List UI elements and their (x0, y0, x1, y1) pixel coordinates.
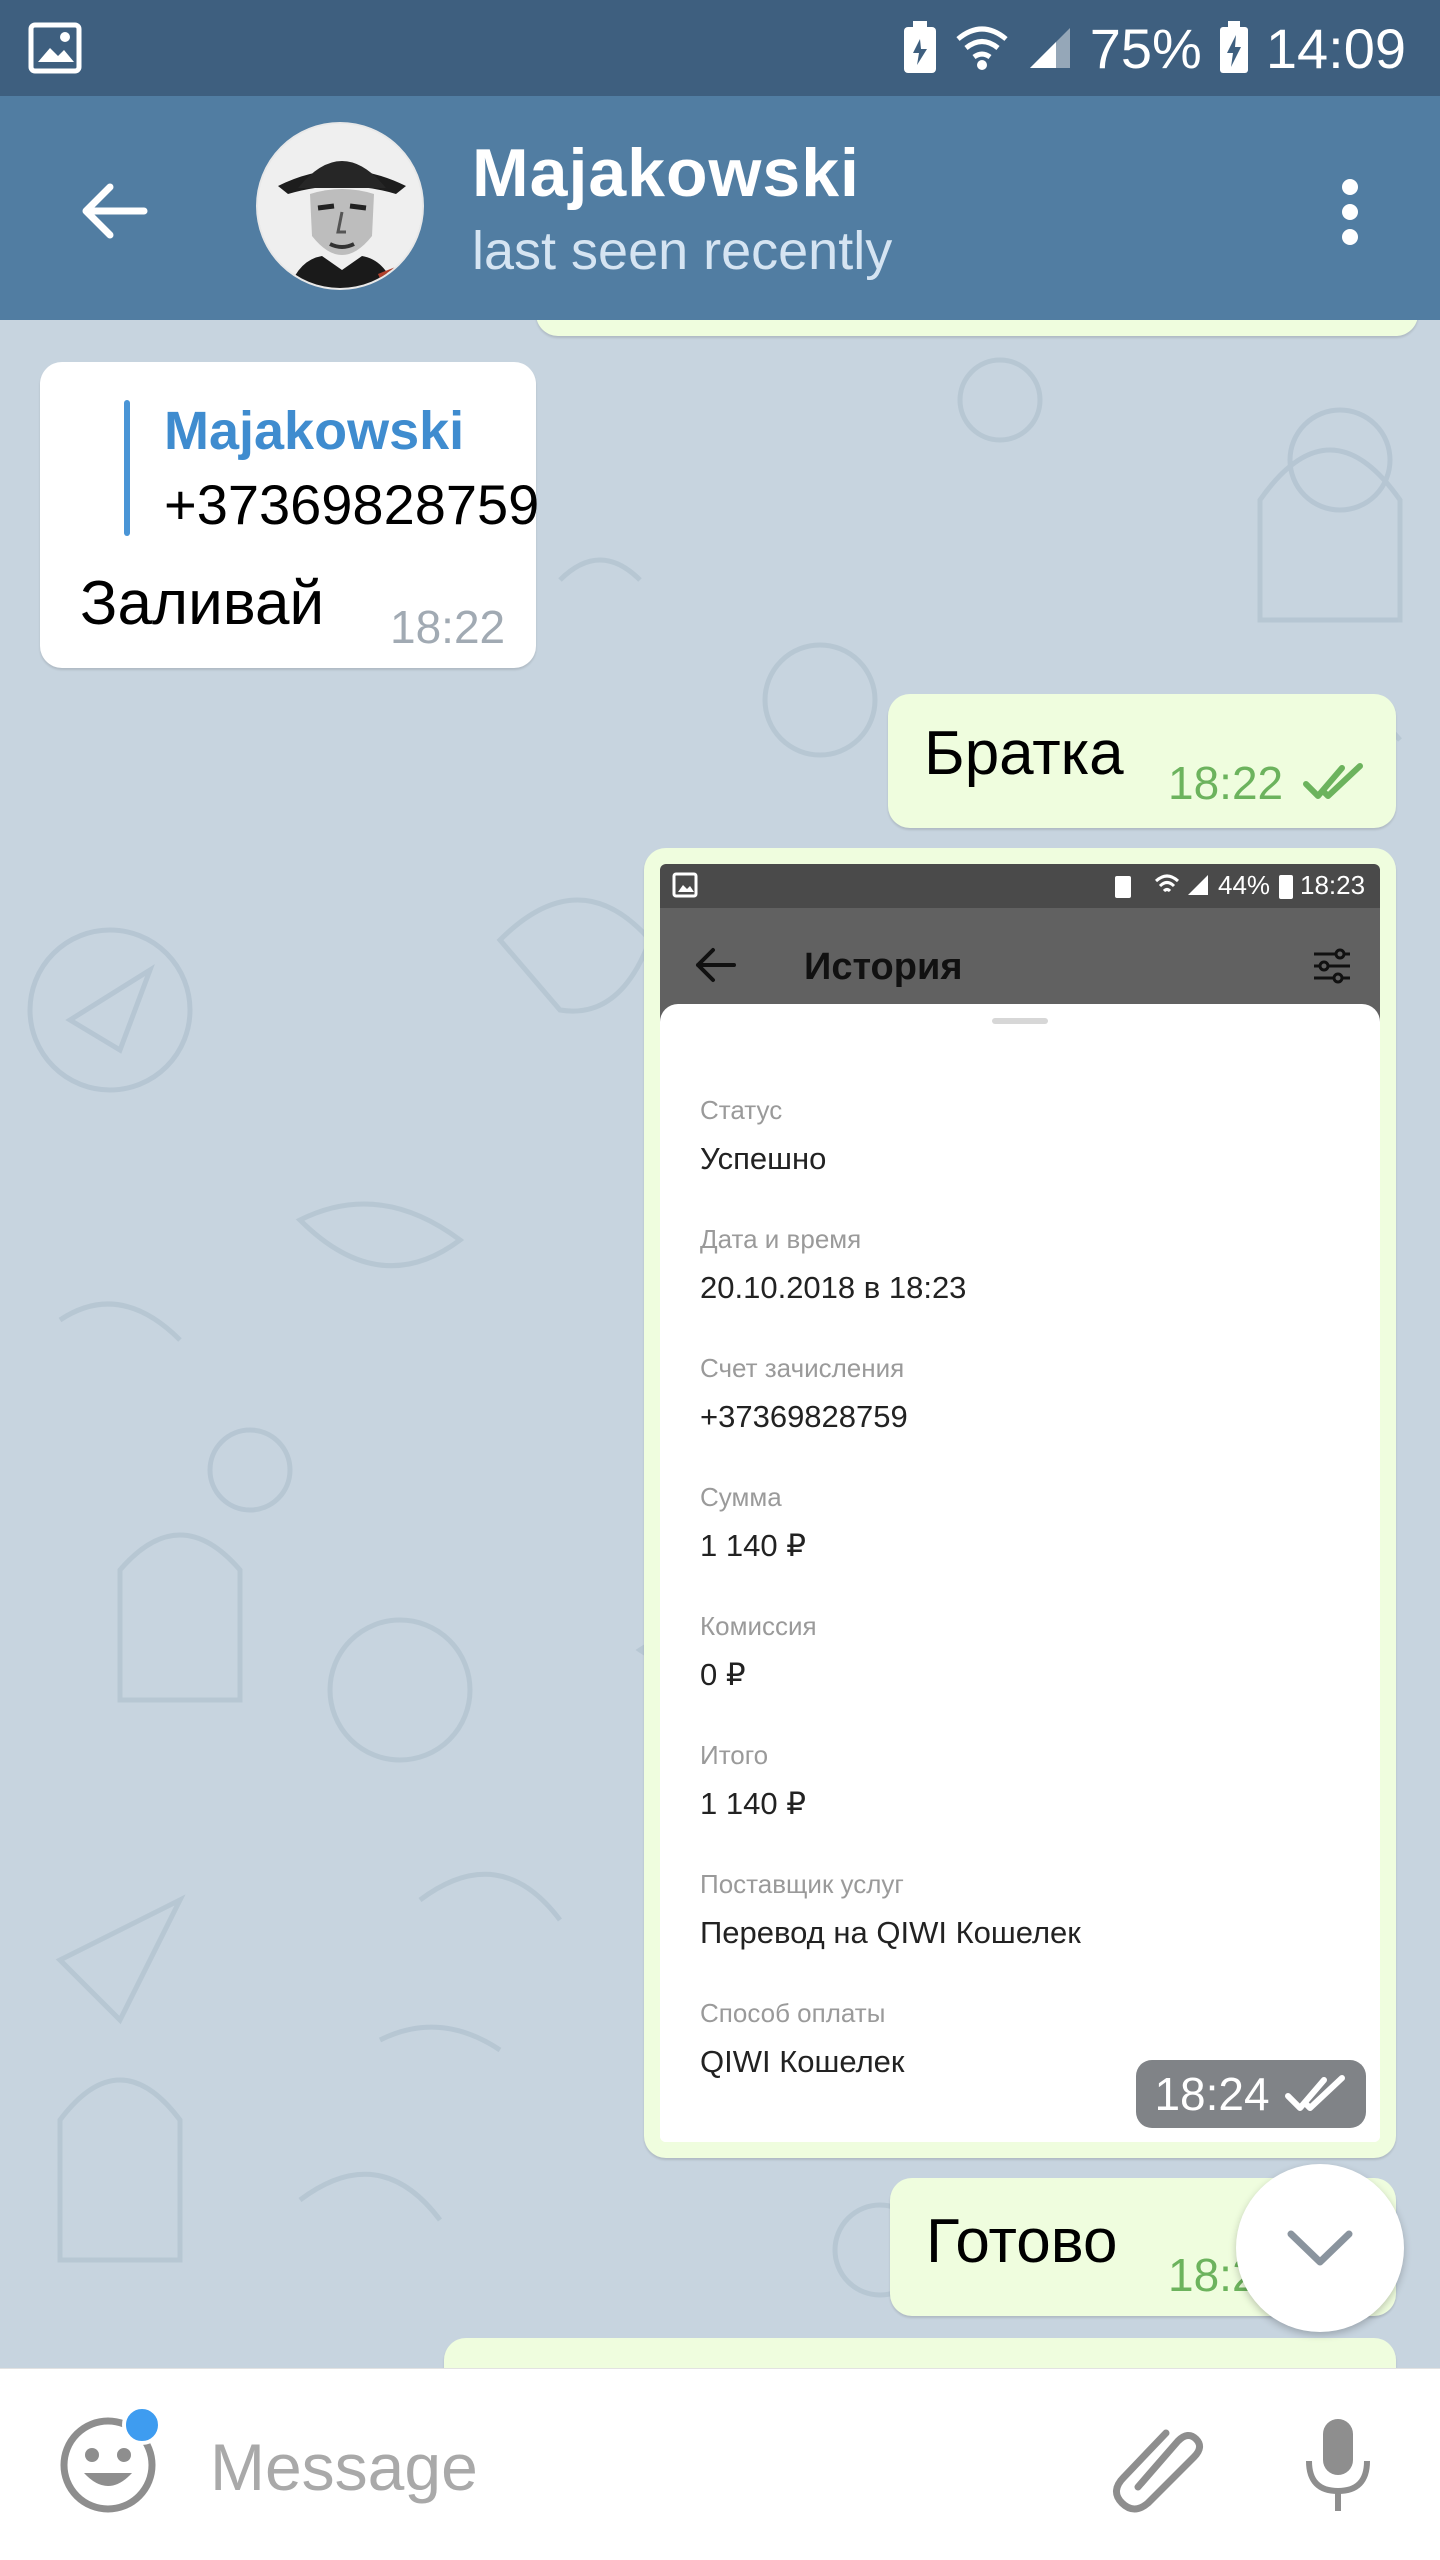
message-text: Заливай (80, 569, 325, 638)
portrait-avatar (258, 124, 422, 288)
message-input[interactable] (210, 2421, 1030, 2513)
chevron-down-icon (1287, 2230, 1353, 2266)
notification-dot (122, 2405, 162, 2445)
photo-field: Дата и время 20.10.2018 в 18:23 (700, 1224, 967, 1305)
back-button[interactable] (60, 156, 170, 266)
sheet-handle (992, 1018, 1048, 1024)
attach-button[interactable] (1100, 2409, 1212, 2521)
arrow-left-icon (82, 183, 148, 239)
message-text: Готово (926, 2207, 1118, 2276)
signal-icon (1188, 875, 1208, 895)
reply-sender: Majakowski (164, 401, 465, 461)
battery-saver-icon (1115, 876, 1131, 898)
paperclip-icon (1113, 2429, 1203, 2513)
photo-time-badge: 18:24 (1136, 2060, 1366, 2128)
photo-attachment[interactable]: 44% 18:23 История Статус Успешно Дата и в… (660, 864, 1380, 2142)
photo-field: Поставщик услуг Перевод на QIWI Кошелек (700, 1869, 1081, 1950)
battery-icon (1279, 875, 1293, 899)
photo-title: История (804, 946, 963, 988)
message-time: 18:24 (1154, 2068, 1270, 2120)
more-menu-button[interactable] (1300, 162, 1400, 262)
arrow-left-icon (696, 948, 736, 982)
chat-status: last seen recently (472, 221, 893, 281)
photo-clock: 18:23 (1300, 870, 1366, 900)
message-time: 18:22 (390, 601, 506, 653)
gallery-notification-icon (672, 872, 698, 898)
photo-detail-sheet: Статус Успешно Дата и время 20.10.2018 в 1… (660, 1004, 1380, 2142)
read-checkmarks-icon (1303, 763, 1363, 799)
photo-field: Сумма 1 140 ₽ (700, 1482, 806, 1563)
chat-header: Majakowski last seen recently (0, 96, 1440, 320)
reply-accent-bar (124, 400, 130, 536)
photo-field: Способ оплаты QIWI Кошелек (700, 1998, 905, 2079)
scroll-down-button[interactable] (1236, 2164, 1404, 2332)
wifi-icon (1154, 874, 1180, 893)
photo-battery-percent: 44% (1218, 870, 1271, 900)
photo-status-bar: 44% 18:23 (660, 864, 1380, 908)
battery-charging-icon (1218, 21, 1250, 75)
battery-percent: 75% (1089, 16, 1202, 80)
chat-title: Majakowski (472, 135, 860, 211)
photo-field: Комиссия 0 ₽ (700, 1611, 817, 1692)
avatar[interactable] (256, 122, 424, 290)
message-bubble-partial (536, 320, 1418, 336)
microphone-button[interactable] (1282, 2409, 1394, 2521)
message-text: Братка (924, 719, 1124, 788)
photo-field: Счет зачисления +37369828759 (700, 1353, 908, 1434)
gallery-notification-icon (28, 22, 82, 79)
more-vert-icon (1342, 179, 1358, 245)
status-bar: 75% 14:09 (0, 0, 1440, 96)
photo-field: Итого 1 140 ₽ (700, 1740, 806, 1821)
chat-area[interactable]: Majakowski +37369828759 Заливай 18:22 Бр… (0, 320, 1440, 2368)
battery-saver-icon (902, 21, 938, 75)
message-time: 18:22 (1168, 757, 1284, 809)
microphone-icon (1306, 2419, 1370, 2511)
wifi-icon (954, 23, 1010, 73)
read-checkmarks-icon (1284, 2075, 1345, 2111)
message-composer (0, 2368, 1440, 2560)
signal-icon (1026, 24, 1074, 72)
filter-sliders-icon (1314, 948, 1350, 984)
outgoing-message[interactable]: Братка 18:22 (888, 694, 1396, 828)
photo-field: Статус Успешно (700, 1095, 827, 1176)
reply-text: +37369828759 (164, 473, 540, 536)
message-bubble-partial (444, 2338, 1396, 2368)
incoming-message[interactable]: Majakowski +37369828759 Заливай 18:22 (40, 362, 540, 668)
clock: 14:09 (1265, 16, 1406, 80)
